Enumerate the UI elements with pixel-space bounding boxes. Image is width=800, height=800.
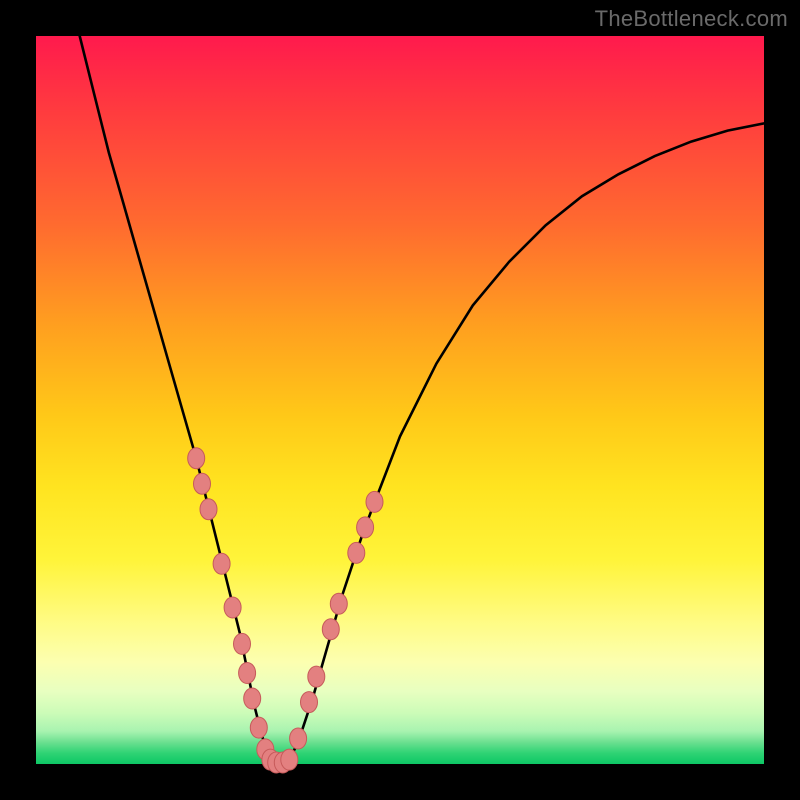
data-marker: [194, 473, 211, 494]
data-marker: [239, 663, 256, 684]
data-marker: [250, 717, 267, 738]
bottleneck-curve: [80, 36, 764, 764]
data-marker: [330, 593, 347, 614]
data-markers: [188, 448, 383, 773]
watermark-text: TheBottleneck.com: [595, 6, 788, 32]
chart-frame: TheBottleneck.com: [0, 0, 800, 800]
data-marker: [357, 517, 374, 538]
data-marker: [188, 448, 205, 469]
data-marker: [348, 542, 365, 563]
data-marker: [213, 553, 230, 574]
data-marker: [200, 499, 217, 520]
chart-svg: [36, 36, 764, 764]
data-marker: [301, 692, 318, 713]
data-marker: [234, 633, 251, 654]
data-marker: [281, 749, 298, 770]
data-marker: [244, 688, 261, 709]
data-marker: [290, 728, 307, 749]
data-marker: [224, 597, 241, 618]
data-marker: [366, 491, 383, 512]
plot-area: [36, 36, 764, 764]
data-marker: [308, 666, 325, 687]
data-marker: [322, 619, 339, 640]
